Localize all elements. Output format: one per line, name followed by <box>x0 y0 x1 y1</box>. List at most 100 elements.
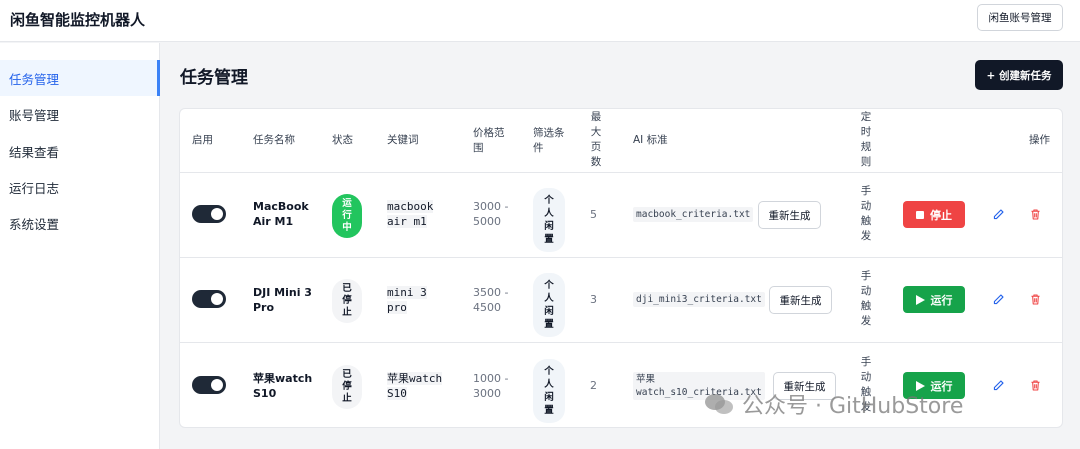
status-badge: 已 停 止 <box>332 279 362 323</box>
top-bar: 闲鱼智能监控机器人 闲鱼账号管理 <box>0 0 1080 42</box>
status-char: 止 <box>342 393 352 404</box>
keyword-line: mini 3 <box>387 286 427 299</box>
price-range: 1000 - 3000 <box>473 371 508 401</box>
status-badge: 运 行 中 <box>332 194 362 238</box>
status-char: 已 <box>342 369 352 380</box>
column-header-keyword: 关键词 <box>387 134 419 146</box>
status-badge: 已 停 止 <box>332 365 362 409</box>
criteria-file: dji_mini3_criteria.txt <box>633 292 765 307</box>
criteria-file: macbook_criteria.txt <box>633 207 754 222</box>
toggle-knob <box>211 379 223 391</box>
delete-icon[interactable] <box>1029 379 1042 392</box>
regenerate-button[interactable]: 重新生成 <box>758 201 821 229</box>
enable-toggle[interactable] <box>192 376 226 394</box>
sidebar-item-logs[interactable]: 运行日志 <box>0 169 160 205</box>
delete-icon[interactable] <box>1029 208 1042 221</box>
column-header-schedule-char: 规 <box>860 141 872 153</box>
filter-char: 人 <box>544 379 554 390</box>
status-char: 停 <box>342 381 352 392</box>
max-pages: 3 <box>590 293 597 306</box>
filter-char: 闲 <box>544 221 554 232</box>
schedule-char: 发 <box>860 315 872 327</box>
price-line: 3500 - <box>473 286 509 299</box>
task-name-line: DJI Mini 3 <box>253 286 312 299</box>
schedule-rule: 手 动 触 发 <box>859 269 873 329</box>
keyword-line: S10 <box>387 387 407 400</box>
edit-icon[interactable] <box>992 293 1005 306</box>
status-char: 止 <box>342 307 352 318</box>
column-header-schedule-char: 定 <box>860 111 872 123</box>
task-name-line: MacBook <box>253 200 309 213</box>
column-header-max-pages-char: 数 <box>590 156 602 168</box>
delete-icon[interactable] <box>1029 293 1042 306</box>
keyword-line: 苹果watch <box>387 372 443 385</box>
row-divider <box>180 257 1062 258</box>
keyword: mini 3 pro <box>387 285 427 315</box>
schedule-char: 动 <box>860 200 872 212</box>
keyword-line: pro <box>387 301 407 314</box>
schedule-char: 触 <box>860 215 872 227</box>
filter-char: 闲 <box>544 392 554 403</box>
column-header-enabled: 启用 <box>192 134 213 146</box>
column-header-price-line: 价格范 <box>473 127 505 139</box>
app-title: 闲鱼智能监控机器人 <box>10 11 146 29</box>
sidebar-item-results[interactable]: 结果查看 <box>0 133 160 169</box>
column-header-max-pages: 最 大 页 数 <box>590 110 602 170</box>
status-char: 行 <box>342 210 352 221</box>
criteria-line: 苹果 <box>636 374 656 385</box>
run-button[interactable]: 运行 <box>903 286 965 313</box>
sidebar-item-settings[interactable]: 系统设置 <box>0 205 160 241</box>
enable-toggle[interactable] <box>192 205 226 223</box>
filter-badge: 个 人 闲 置 <box>533 359 565 423</box>
column-header-price: 价格范 围 <box>473 126 505 156</box>
filter-char: 个 <box>544 280 554 291</box>
play-icon <box>915 294 925 305</box>
schedule-char: 手 <box>860 270 872 282</box>
schedule-char: 手 <box>860 356 872 368</box>
keyword-line: macbook <box>387 200 434 213</box>
column-header-max-pages-char: 大 <box>590 126 602 138</box>
task-name-line: Air M1 <box>253 215 294 228</box>
stop-icon <box>916 210 924 219</box>
edit-icon[interactable] <box>992 379 1005 392</box>
task-table: 启用 任务名称 状态 关键词 价格范 围 筛选条 件 最 大 页 数 AI 标准… <box>179 108 1063 428</box>
keyword-line: air m1 <box>387 215 427 228</box>
column-header-max-pages-char: 页 <box>590 141 602 153</box>
regenerate-button[interactable]: 重新生成 <box>769 286 832 314</box>
status-char: 停 <box>342 295 352 306</box>
schedule-char: 触 <box>860 300 872 312</box>
column-header-schedule-char: 则 <box>860 156 872 168</box>
price-range: 3500 - 4500 <box>473 285 508 315</box>
edit-icon[interactable] <box>992 208 1005 221</box>
task-name: 苹果watch S10 <box>253 371 312 401</box>
schedule-char: 发 <box>860 230 872 242</box>
create-task-button[interactable]: + 创建新任务 <box>975 60 1063 90</box>
watermark: 公众号 · GitHubStore <box>704 388 963 420</box>
price-line: 5000 <box>473 215 501 228</box>
stop-button[interactable]: 停止 <box>903 201 965 228</box>
status-char: 已 <box>342 283 352 294</box>
enable-toggle[interactable] <box>192 290 226 308</box>
price-range: 3000 - 5000 <box>473 199 508 229</box>
column-header-actions: 操作 <box>1029 134 1050 146</box>
price-line: 4500 <box>473 301 501 314</box>
task-name-line: 苹果watch <box>253 372 313 385</box>
page-title: 任务管理 <box>180 68 248 88</box>
run-button-label: 运行 <box>930 293 953 307</box>
column-header-name: 任务名称 <box>253 134 295 146</box>
keyword: macbook air m1 <box>387 199 434 229</box>
column-header-filter: 筛选条 件 <box>533 126 565 156</box>
task-name: MacBook Air M1 <box>253 199 309 229</box>
sidebar-item-accounts[interactable]: 账号管理 <box>0 96 160 132</box>
stop-button-label: 停止 <box>930 208 952 222</box>
column-header-ai: AI 标准 <box>633 134 668 146</box>
filter-badge: 个 人 闲 置 <box>533 188 565 252</box>
sidebar: 任务管理 账号管理 结果查看 运行日志 系统设置 <box>0 43 160 449</box>
sidebar-item-tasks[interactable]: 任务管理 <box>0 60 160 96</box>
column-header-filter-line: 件 <box>533 142 544 154</box>
schedule-char: 动 <box>860 371 872 383</box>
filter-char: 闲 <box>544 306 554 317</box>
filter-char: 人 <box>544 208 554 219</box>
toggle-knob <box>211 208 223 220</box>
account-management-button[interactable]: 闲鱼账号管理 <box>977 4 1063 31</box>
